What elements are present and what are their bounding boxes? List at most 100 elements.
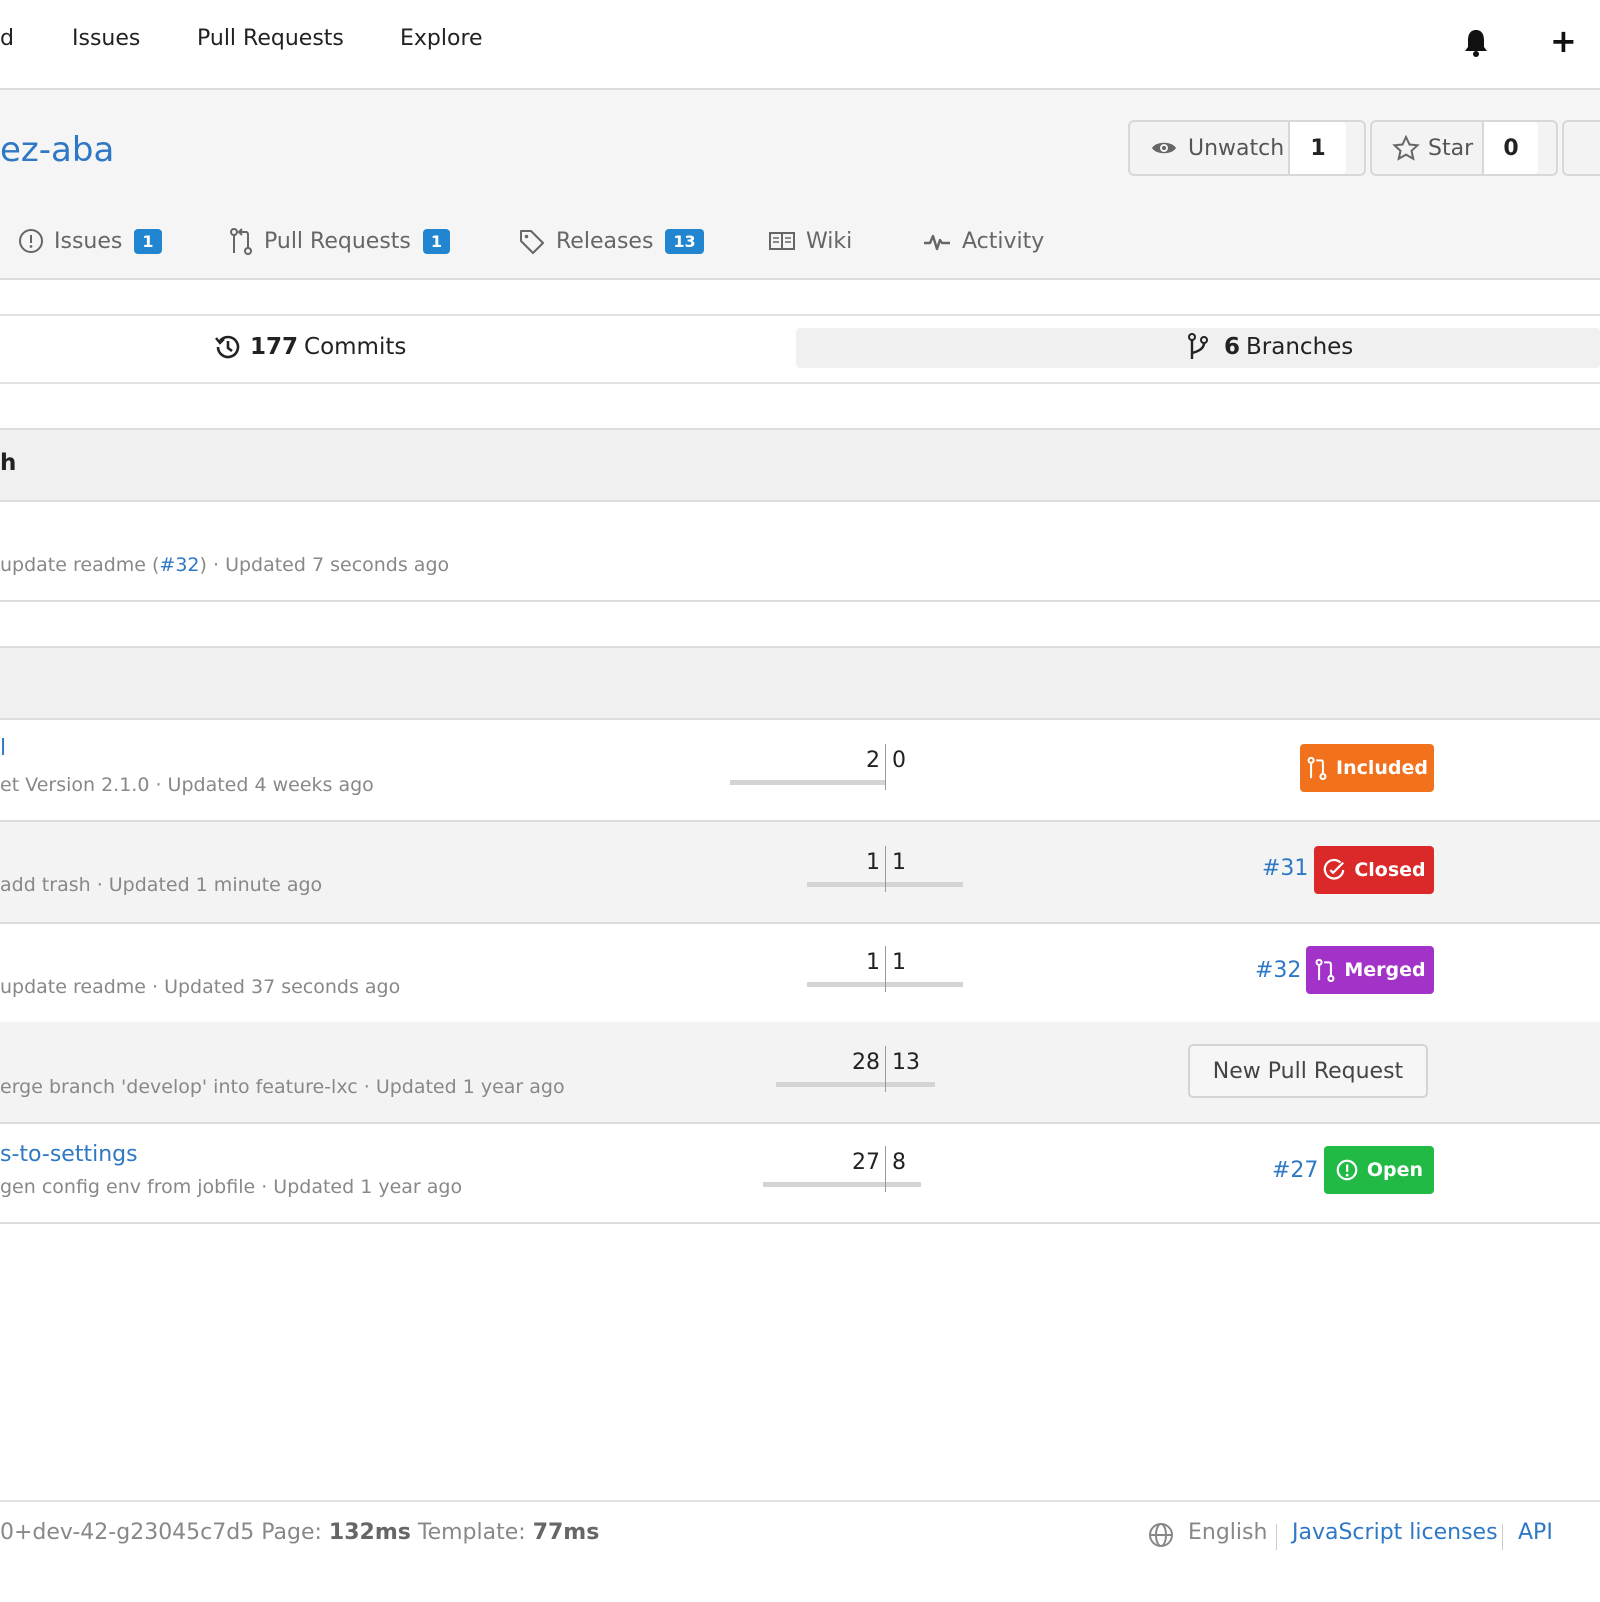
commits-ahead-count: 1 <box>892 850 906 875</box>
repo-title[interactable]: ez-aba <box>0 130 114 170</box>
divergence-divider <box>885 846 886 892</box>
history-icon <box>215 335 240 359</box>
issue-opened-icon <box>19 229 43 253</box>
pr-number-link[interactable]: #31 <box>1262 856 1308 881</box>
commits-behind-bar <box>776 1082 885 1087</box>
language-selector[interactable]: English <box>1188 1520 1267 1545</box>
licenses-link[interactable]: JavaScript licenses <box>1292 1520 1498 1545</box>
commits-ahead-count: 13 <box>892 1050 920 1075</box>
divergence-divider <box>885 946 886 992</box>
tab-issues-badge: 1 <box>134 228 162 254</box>
commits-behind-bar <box>730 780 885 785</box>
branch-meta: erge branch 'develop' into feature-lxc ·… <box>0 1076 565 1098</box>
branch-meta: gen config env from jobfile · Updated 1 … <box>0 1176 463 1198</box>
branch-row: update readme · Updated 37 seconds ago 1… <box>0 922 1600 1024</box>
branch-name-link[interactable]: l <box>0 736 6 761</box>
status-label-open[interactable]: Open <box>1324 1146 1434 1194</box>
commits-label: Commits <box>304 334 407 360</box>
pull-request-icon <box>1307 756 1327 780</box>
status-label-closed[interactable]: Closed <box>1314 846 1434 894</box>
watch-count[interactable]: 1 <box>1288 122 1346 174</box>
divergence-divider <box>885 1046 886 1092</box>
default-branch-header-title: h <box>0 450 17 476</box>
tab-releases-badge: 13 <box>665 228 704 254</box>
create-plus-icon[interactable]: + <box>1550 22 1577 60</box>
commits-ahead-count: 1 <box>892 950 906 975</box>
commits-behind-count: 28 <box>852 1050 880 1075</box>
branch-meta: et Version 2.1.0 · Updated 4 weeks ago <box>0 774 374 796</box>
commits-behind-count: 1 <box>866 950 880 975</box>
branch-row: erge branch 'develop' into feature-lxc ·… <box>0 1022 1600 1124</box>
active-branches-header <box>0 646 1600 720</box>
unwatch-button[interactable]: Unwatch <box>1130 122 1288 174</box>
nav-item-explore[interactable]: Explore <box>400 26 483 51</box>
commits-behind-count: 1 <box>866 850 880 875</box>
branches-label: Branches <box>1246 334 1354 360</box>
footer-version-info: 0+dev-42-g23045c7d5 Page: 132ms Template… <box>0 1520 600 1545</box>
new-pull-request-button[interactable]: New Pull Request <box>1188 1044 1428 1098</box>
tab-releases[interactable]: Releases 13 <box>518 226 704 256</box>
commits-behind-bar <box>807 982 885 987</box>
tab-wiki-label: Wiki <box>806 228 853 254</box>
tab-pull-requests-badge: 1 <box>422 228 451 254</box>
issue-opened-icon <box>1336 1159 1358 1181</box>
page-footer <box>0 1500 1600 1602</box>
book-icon <box>769 232 795 250</box>
api-link[interactable]: API <box>1518 1520 1553 1545</box>
divergence-divider <box>885 744 886 790</box>
commits-ahead-bar <box>885 982 963 987</box>
tab-wiki[interactable]: Wiki <box>768 226 852 256</box>
branch-name-link[interactable]: s-to-settings <box>0 1142 138 1167</box>
star-button[interactable]: Star <box>1372 122 1482 174</box>
commits-count: 177 <box>250 334 299 360</box>
commits-behind-bar <box>763 1182 885 1187</box>
star-label: Star <box>1428 135 1474 161</box>
pull-request-icon <box>1315 958 1335 982</box>
status-label-merged[interactable]: Merged <box>1306 946 1434 994</box>
nav-item-partial[interactable]: d <box>0 26 14 51</box>
nav-item-pull-requests[interactable]: Pull Requests <box>197 26 344 51</box>
branch-row: l et Version 2.1.0 · Updated 4 weeks ago… <box>0 720 1600 822</box>
tab-activity[interactable]: Activity <box>922 226 1044 256</box>
pull-request-icon <box>230 228 252 255</box>
pulse-icon <box>924 234 950 251</box>
commits-behind-count: 2 <box>866 748 880 773</box>
nav-item-issues[interactable]: Issues <box>72 26 140 51</box>
default-branch-row: update readme (#32) · Updated 7 seconds … <box>0 500 1600 602</box>
notification-bell-icon[interactable] <box>1462 28 1490 62</box>
default-branch-meta: update readme (#32) · Updated 7 seconds … <box>0 554 450 576</box>
pr-number-link[interactable]: #27 <box>1272 1158 1318 1183</box>
branch-row: add trash · Updated 1 minute ago 1 1 #31… <box>0 822 1600 924</box>
tag-icon <box>520 230 544 254</box>
commits-ahead-bar <box>885 882 963 887</box>
commits-ahead-count: 8 <box>892 1150 906 1175</box>
watch-button-group: Unwatch 1 <box>1128 120 1366 176</box>
default-branch-pr-link[interactable]: #32 <box>159 554 199 576</box>
commits-behind-bar <box>807 882 885 887</box>
git-branch-icon <box>1188 333 1208 359</box>
tab-releases-label: Releases <box>556 228 654 254</box>
tab-pull-requests[interactable]: Pull Requests 1 <box>228 226 451 256</box>
star-count[interactable]: 0 <box>1482 122 1538 174</box>
tab-pull-requests-label: Pull Requests <box>264 228 411 254</box>
commits-stat[interactable]: 177 Commits <box>214 333 406 361</box>
unwatch-label: Unwatch <box>1188 135 1285 161</box>
issue-closed-icon <box>1324 858 1345 880</box>
branches-stat[interactable]: 6 Branches <box>1186 333 1353 361</box>
globe-icon <box>1148 1522 1174 1552</box>
status-label-included[interactable]: Included <box>1300 744 1434 792</box>
star-icon <box>1392 135 1420 161</box>
commits-ahead-count: 0 <box>892 748 906 773</box>
commits-ahead-bar <box>885 1082 935 1087</box>
tab-activity-label: Activity <box>962 228 1045 254</box>
default-branch-header: h <box>0 428 1600 502</box>
commits-ahead-bar <box>885 1182 921 1187</box>
fork-button-partial[interactable] <box>1562 120 1600 176</box>
branch-meta: add trash · Updated 1 minute ago <box>0 874 323 896</box>
pr-number-link[interactable]: #32 <box>1255 958 1301 983</box>
branch-meta: update readme · Updated 37 seconds ago <box>0 976 401 998</box>
star-button-group: Star 0 <box>1370 120 1558 176</box>
footer-divider <box>1502 1524 1503 1550</box>
footer-divider <box>1276 1524 1277 1550</box>
tab-issues[interactable]: Issues 1 <box>18 226 162 256</box>
